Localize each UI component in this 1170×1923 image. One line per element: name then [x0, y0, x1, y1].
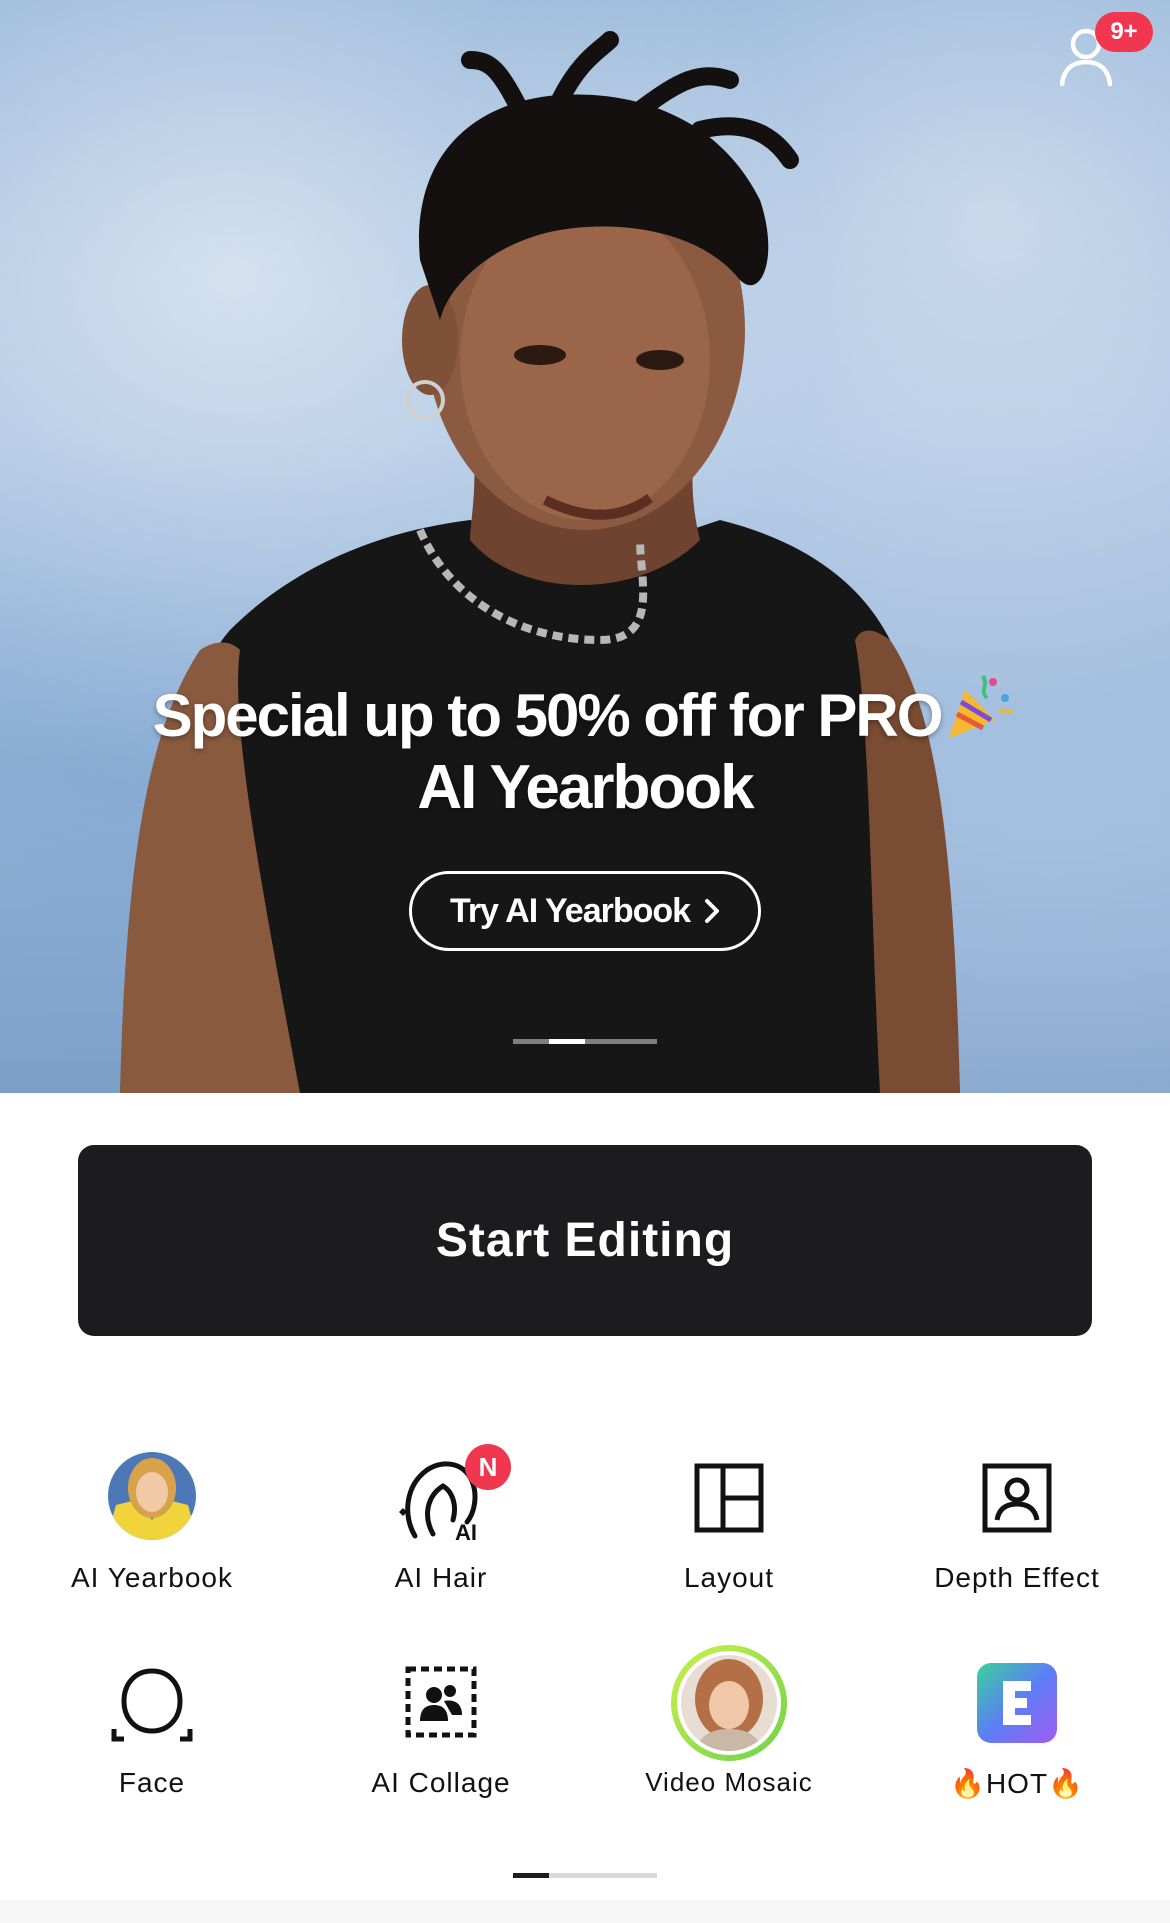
- tool-label-hot: 🔥HOT🔥: [873, 1767, 1161, 1800]
- ai-collage-icon: [297, 1665, 585, 1739]
- layout-icon: [585, 1462, 873, 1534]
- tool-label: Video Mosaic: [645, 1767, 813, 1797]
- tools-page-indicator-active: [513, 1873, 549, 1878]
- promo-title-text: Special up to 50% off for PRO: [152, 682, 944, 749]
- notification-badge: 9+: [1095, 12, 1153, 52]
- tool-face[interactable]: Face: [8, 1655, 296, 1825]
- video-mosaic-avatar-icon: [585, 1645, 873, 1761]
- new-badge: N: [465, 1444, 511, 1490]
- tool-ai-hair[interactable]: AI N AI Hair: [297, 1444, 585, 1620]
- tool-ai-collage[interactable]: AI Collage: [297, 1655, 585, 1825]
- tool-label: Face: [118, 1767, 186, 1798]
- bottom-strip: [0, 1900, 1170, 1923]
- tool-hot[interactable]: 🔥HOT🔥: [873, 1655, 1161, 1825]
- tool-label: AI Collage: [371, 1767, 511, 1798]
- fire-icon: 🔥: [1048, 1768, 1084, 1799]
- depth-effect-icon: [873, 1462, 1161, 1534]
- hero-banner[interactable]: 9+ Special up to 50% off for PRO AI Year…: [0, 0, 1170, 1093]
- cta-label: Try AI Yearbook: [449, 891, 691, 930]
- promo-subtitle: AI Yearbook: [417, 753, 754, 822]
- tools-page-indicator: [513, 1873, 657, 1878]
- hot-label: HOT: [985, 1768, 1049, 1799]
- yearbook-avatar-icon: [8, 1450, 296, 1542]
- ai-hair-icon: AI: [297, 1456, 585, 1542]
- hot-app-icon: [873, 1661, 1161, 1745]
- chevron-right-icon: [705, 899, 720, 923]
- tool-depth-effect[interactable]: Depth Effect: [873, 1450, 1161, 1620]
- start-editing-button[interactable]: Start Editing: [78, 1145, 1092, 1336]
- tool-ai-yearbook[interactable]: AI Yearbook: [8, 1450, 296, 1620]
- tool-label: AI Yearbook: [70, 1562, 234, 1593]
- fire-icon: 🔥: [950, 1768, 986, 1799]
- tool-label: AI Hair: [394, 1562, 488, 1593]
- try-ai-yearbook-button[interactable]: Try AI Yearbook: [409, 871, 761, 951]
- svg-text:AI: AI: [455, 1520, 477, 1542]
- tool-label: Layout: [683, 1562, 775, 1593]
- carousel-indicator: [513, 1039, 657, 1044]
- face-icon: [8, 1667, 296, 1743]
- carousel-indicator-active: [549, 1039, 585, 1044]
- tool-label: Depth Effect: [934, 1562, 1100, 1593]
- tool-layout[interactable]: Layout: [585, 1450, 873, 1620]
- tool-video-mosaic[interactable]: Video Mosaic: [585, 1645, 873, 1815]
